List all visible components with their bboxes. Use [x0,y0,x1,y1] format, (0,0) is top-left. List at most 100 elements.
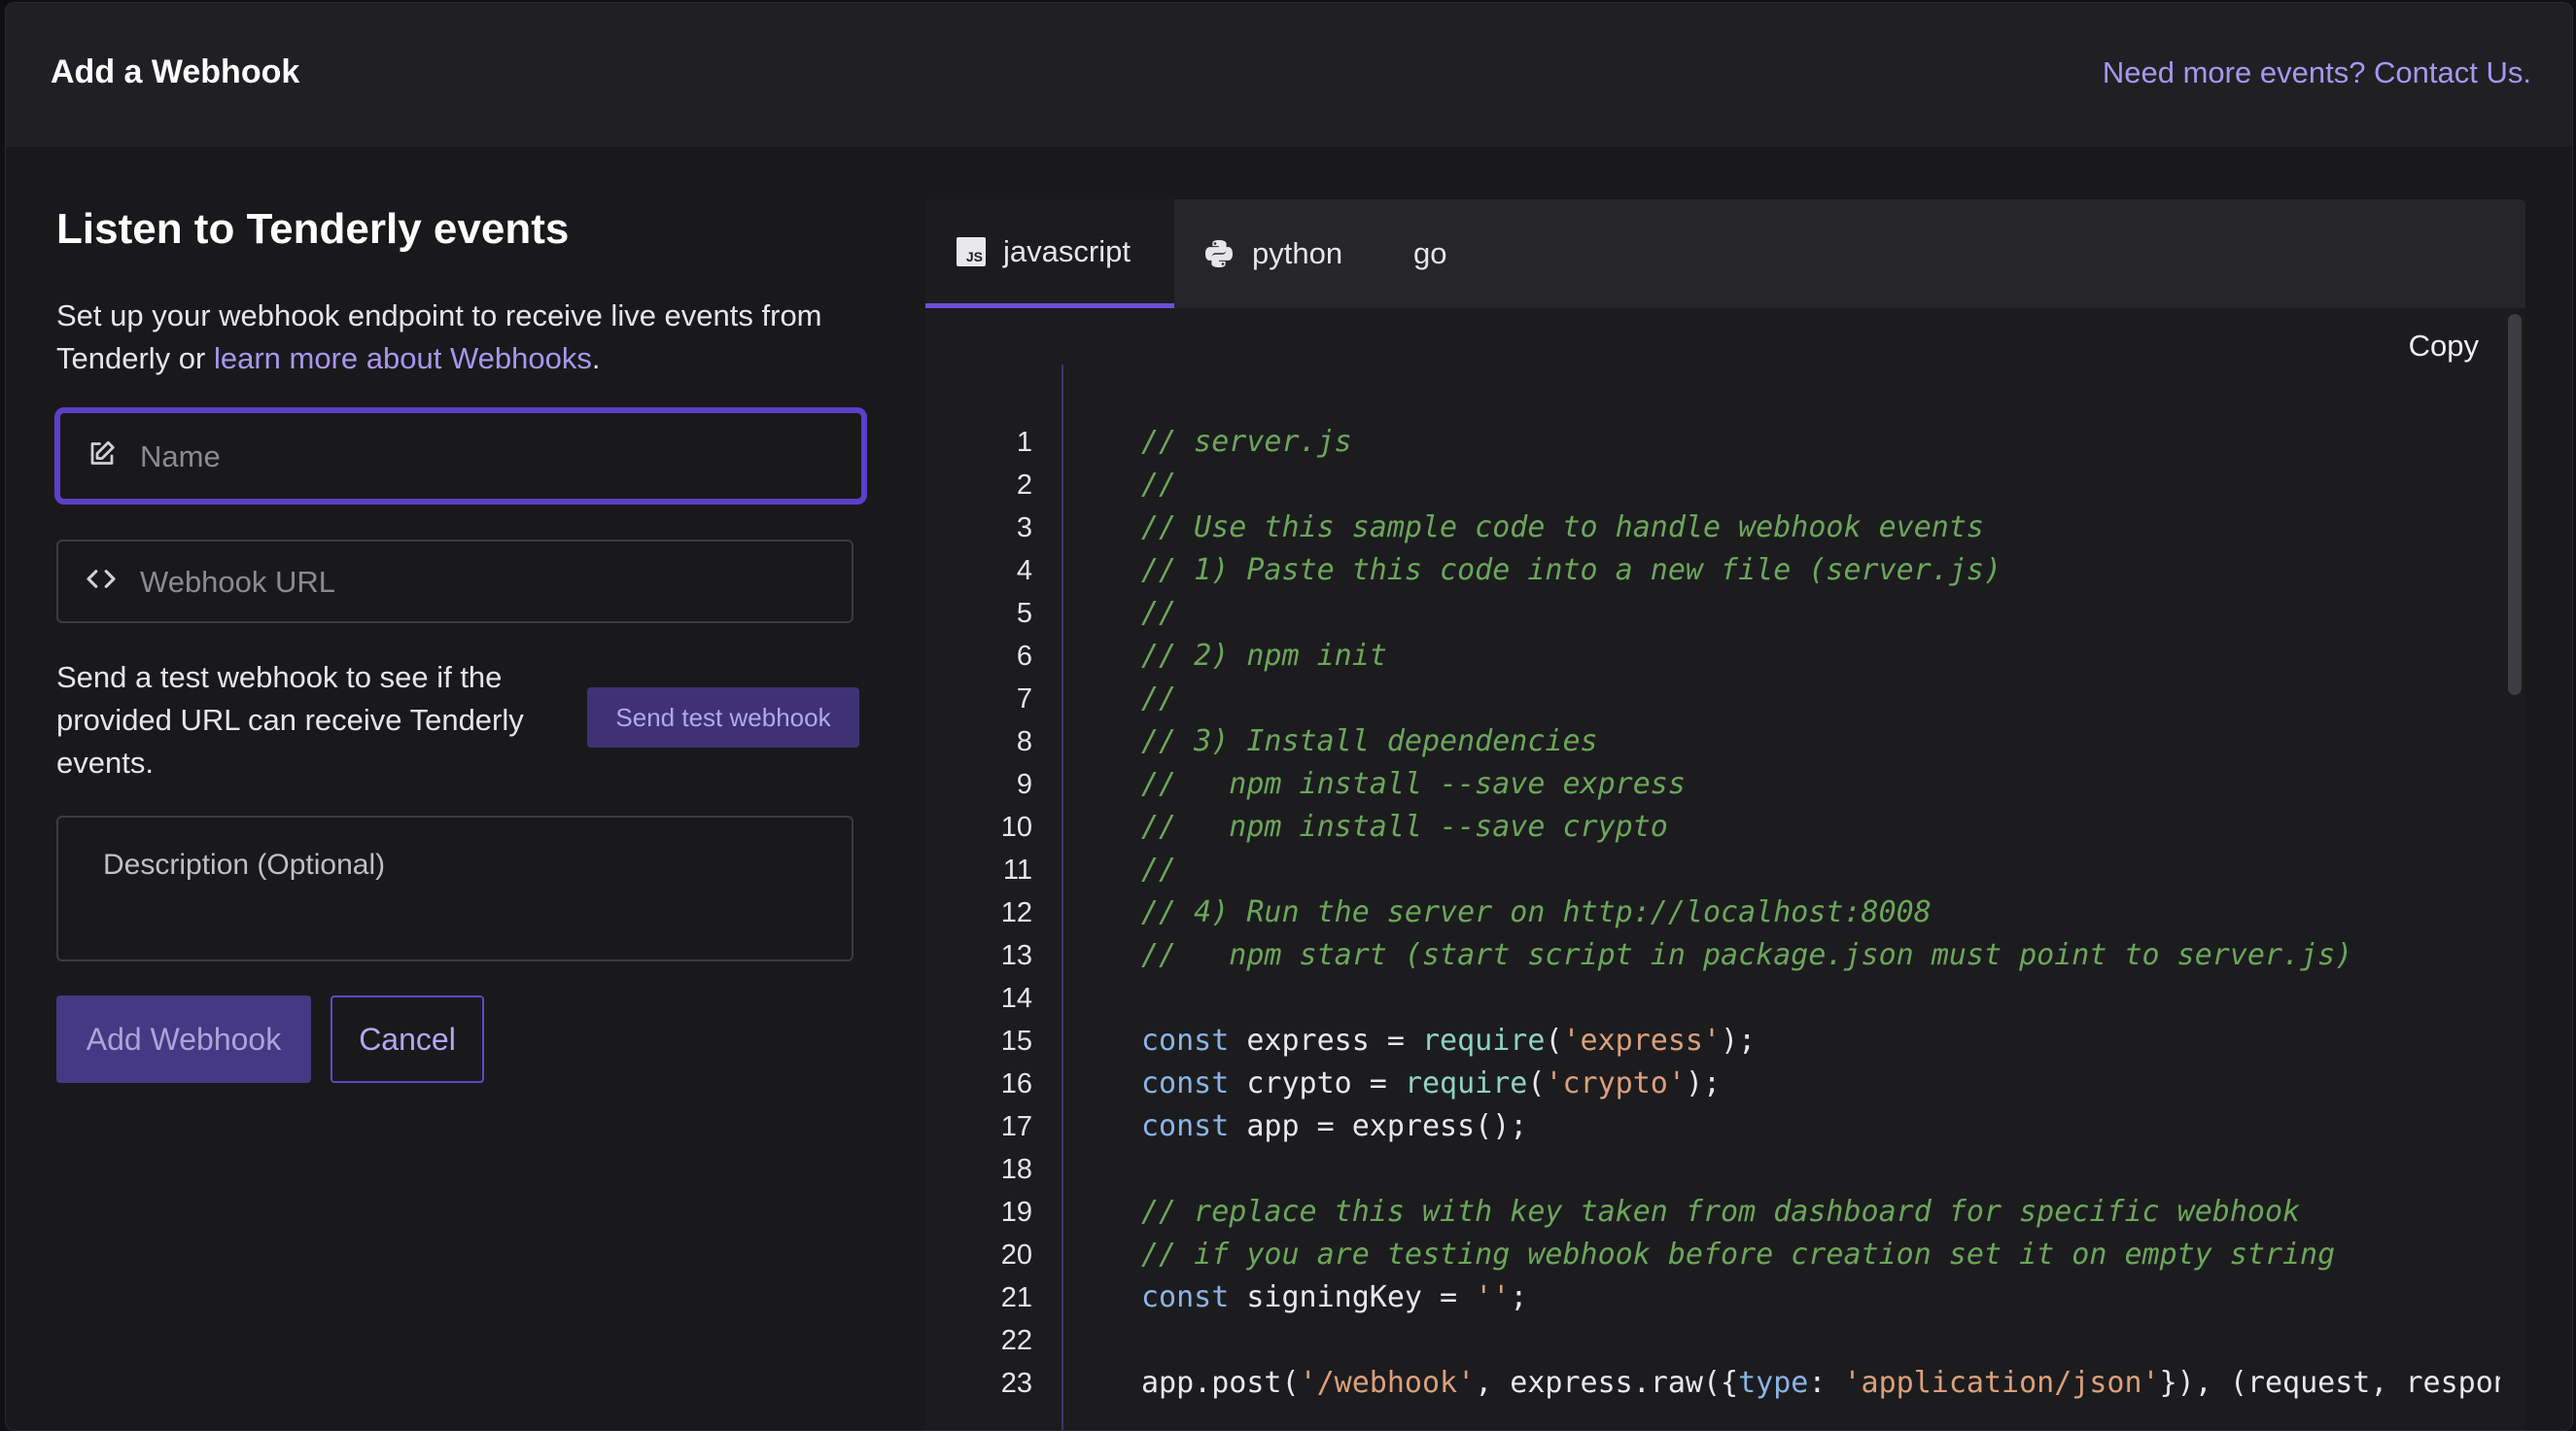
code-token: ( [1545,1024,1563,1058]
code-token: // npm install --save crypto [1141,810,1668,844]
name-input[interactable] [138,413,822,501]
code-text: app.post('/webhook', express.raw({type: … [1141,1362,2500,1405]
tab-label: python [1252,236,1343,270]
description-field[interactable] [56,816,853,961]
code-token: type [1738,1366,1809,1400]
code-token: // if you are testing webhook before cre… [1141,1238,2336,1272]
code-text: const signingKey = ''; [1141,1276,1527,1319]
code-token: // Use this sample code to handle webhoo… [1141,510,1984,544]
code-text: // 3) Install dependencies [1141,720,1598,763]
code-token: // 4) Run the server on http://localhost… [1141,895,1932,929]
code-token: }), (request, response) => { [2159,1366,2500,1400]
code-token: require [1422,1024,1546,1058]
intro-text-end: . [591,341,601,375]
code-token: // 3) Install dependencies [1141,724,1598,758]
code-token: ; [1510,1280,1528,1314]
line-number: 17 [1000,1111,1032,1142]
code-text: // [1141,464,1176,506]
line-number: 7 [1016,683,1032,715]
python-icon [1203,238,1235,269]
code-token: const [1141,1024,1230,1058]
code-text: const crypto = require('crypto'); [1141,1063,1721,1105]
cancel-button[interactable]: Cancel [331,995,484,1083]
code-text: // [1141,849,1176,891]
description-input[interactable] [101,847,824,938]
line-number: 2 [1016,470,1032,501]
code-brackets-icon [86,567,117,597]
webhook-url-field[interactable] [56,540,853,623]
form-heading: Listen to Tenderly events [56,205,570,253]
send-test-webhook-button[interactable]: Send test webhook [587,687,859,748]
code-token: // [1141,853,1177,887]
line-number: 6 [1016,641,1032,672]
code-text: // npm install --save express [1141,763,1686,806]
code-text: // 2) npm init [1141,635,1387,678]
webhook-url-input[interactable] [138,541,822,623]
code-text: const express = require('express'); [1141,1020,1756,1063]
line-number: 9 [1016,769,1032,800]
code-token: ); [1721,1024,1757,1058]
line-number: 19 [1000,1197,1032,1228]
code-token: '/webhook' [1299,1366,1476,1400]
line-number: 10 [1000,812,1032,843]
code-token: // server.js [1141,425,1352,459]
tab-javascript[interactable]: JS javascript [925,199,1174,308]
code-text: const app = express(); [1141,1105,1527,1148]
code-text: // Use this sample code to handle webhoo… [1141,506,1984,549]
js-icon: JS [957,236,986,266]
add-webhook-button[interactable]: Add Webhook [56,995,311,1083]
code-token: 'application/json' [1843,1366,2160,1400]
line-number: 5 [1016,598,1032,629]
code-token: // 1) Paste this code into a new file (s… [1141,553,2002,587]
name-field[interactable] [54,407,867,505]
learn-more-link[interactable]: learn more about Webhooks [214,341,592,375]
code-token: express = [1229,1024,1422,1058]
code-token: app = express(); [1229,1109,1528,1143]
code-text: // replace this with key taken from dash… [1141,1191,2300,1234]
modal-header: Add a Webhook Need more events? Contact … [6,3,2572,147]
line-number: 14 [1000,983,1032,1014]
contact-us-link[interactable]: Need more events? Contact Us. [2103,55,2531,90]
line-number: 21 [1000,1282,1032,1313]
code-text: // server.js [1141,421,1352,464]
language-tabs: JS javascript python go [925,199,2525,308]
code-token: const [1141,1066,1230,1100]
code-token: // 2) npm init [1141,639,1387,673]
line-number: 15 [1000,1026,1032,1057]
line-number: 23 [1000,1368,1032,1399]
code-token: ); [1685,1066,1722,1100]
tab-go[interactable]: go [1413,199,1446,308]
line-number: 22 [1000,1325,1032,1356]
code-editor[interactable]: 1 // server.js 2 // 3 // Use this sample code… [925,365,2500,1430]
code-text: // [1141,592,1176,635]
code-token: '' [1475,1280,1511,1314]
modal-title: Add a Webhook [51,53,300,90]
code-scrollbar[interactable] [2508,314,2522,1383]
add-webhook-modal: Add a Webhook Need more events? Contact … [5,2,2573,1431]
code-token: // [1141,681,1177,716]
code-token: ( [1527,1066,1546,1100]
line-number: 3 [1016,512,1032,543]
code-token: : [1808,1366,1844,1400]
line-number: 16 [1000,1068,1032,1099]
code-token: crypto = [1229,1066,1405,1100]
code-token: const [1141,1109,1230,1143]
line-number: 18 [1000,1154,1032,1185]
code-token: // [1141,468,1177,502]
code-token: // replace this with key taken from dash… [1141,1195,2301,1229]
line-number: 4 [1016,555,1032,586]
code-text: // npm install --save crypto [1141,806,1668,849]
code-token: // npm start (start script in package.js… [1141,938,2353,972]
code-text: // 1) Paste this code into a new file (s… [1141,549,2002,592]
gutter-divider [1062,365,1063,1430]
tab-python[interactable]: python [1203,199,1342,308]
intro-text: Set up your webhook endpoint to receive … [56,295,834,380]
code-token: require [1404,1066,1528,1100]
copy-button[interactable]: Copy [2403,328,2485,365]
code-token: , express.raw({ [1475,1366,1739,1400]
scrollbar-thumb[interactable] [2508,314,2522,695]
tab-label: go [1413,236,1447,270]
code-text: // [1141,678,1176,720]
code-token: const [1141,1280,1230,1314]
code-text: // 4) Run the server on http://localhost… [1141,891,1932,934]
